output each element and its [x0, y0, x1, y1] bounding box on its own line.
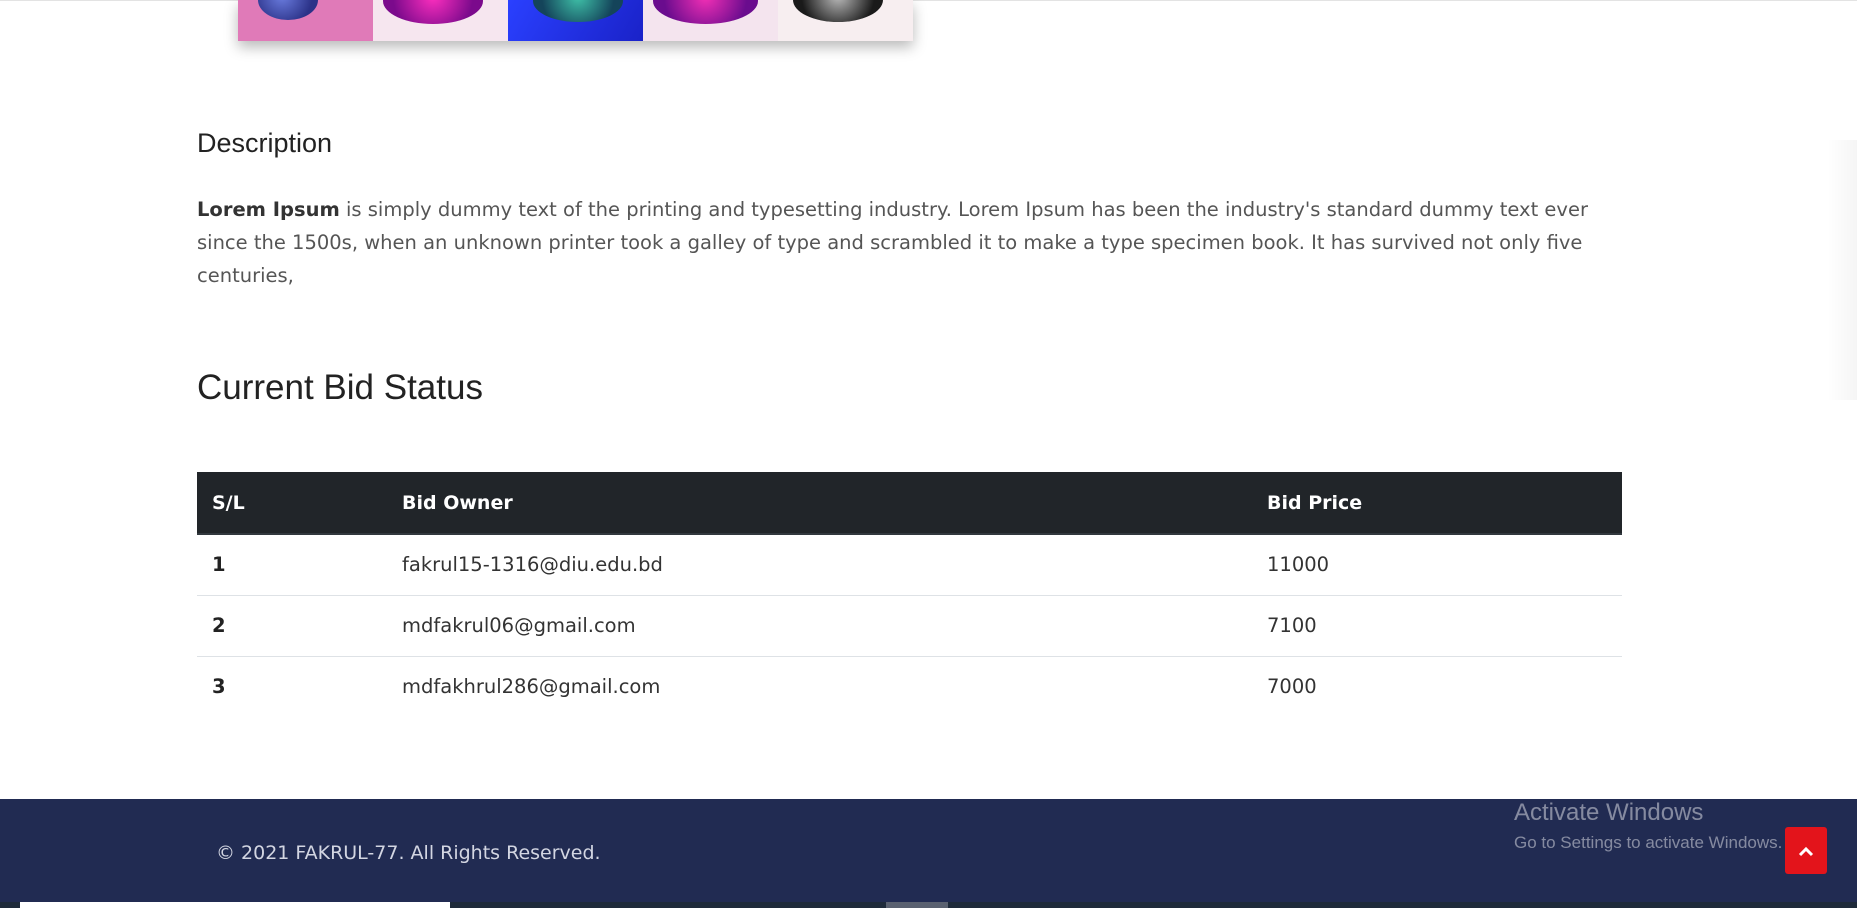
bid-status-heading: Current Bid Status — [197, 368, 483, 407]
chevron-up-icon — [1798, 845, 1814, 857]
cell-bid-price: 11000 — [1252, 534, 1622, 596]
image-thumbnail-strip — [238, 0, 913, 41]
cell-bid-owner: fakrul15-1316@diu.edu.bd — [387, 534, 1252, 596]
table-header-row: S/L Bid Owner Bid Price — [197, 472, 1622, 535]
cell-bid-owner: mdfakrul06@gmail.com — [387, 595, 1252, 657]
footer-copyright: © 2021 FAKRUL-77. All Rights Reserved. — [216, 842, 601, 864]
cell-sl: 1 — [197, 534, 387, 596]
description-text: Lorem Ipsum is simply dummy text of the … — [197, 193, 1607, 292]
thumbnail-headphones-black[interactable] — [778, 0, 913, 41]
table-row: 2 mdfakrul06@gmail.com 7100 — [197, 595, 1622, 657]
edge-shadow — [1827, 140, 1857, 400]
column-header-bid-owner: Bid Owner — [387, 472, 1252, 535]
scroll-to-top-button[interactable] — [1785, 827, 1827, 874]
cell-sl: 3 — [212, 675, 226, 699]
thumbnail-headphones-teal[interactable] — [508, 0, 643, 41]
column-header-sl: S/L — [197, 472, 387, 535]
cell-bid-price: 7000 — [1267, 675, 1317, 699]
cell-bid-price: 7100 — [1252, 595, 1622, 657]
description-lead: Lorem Ipsum — [197, 198, 340, 221]
description-heading: Description — [197, 128, 333, 158]
watermark-title: Activate Windows — [1514, 799, 1704, 826]
description-body: is simply dummy text of the printing and… — [197, 198, 1588, 287]
taskbar-strip — [0, 902, 1857, 908]
thumbnail-headphones-magenta[interactable] — [373, 0, 508, 41]
taskbar-search-box[interactable] — [20, 902, 450, 908]
watermark-subtitle: Go to Settings to activate Windows. — [1514, 833, 1783, 852]
taskbar-active-item[interactable] — [886, 902, 948, 908]
windows-activation-watermark: Activate Windows Go to Settings to activ… — [1514, 799, 1782, 853]
table-row: 1 fakrul15-1316@diu.edu.bd 11000 — [197, 534, 1622, 596]
cell-bid-owner: mdfakhrul286@gmail.com — [402, 675, 661, 699]
table-row: 3 mdfakhrul286@gmail.com 7000 — [197, 656, 1622, 717]
thumbnail-headphones-pink[interactable] — [238, 0, 373, 41]
bid-table: S/L Bid Owner Bid Price 1 fakrul15-1316@… — [197, 472, 1622, 717]
cell-sl: 2 — [197, 595, 387, 657]
thumbnail-headphones-purple[interactable] — [643, 0, 778, 41]
column-header-bid-price: Bid Price — [1252, 472, 1622, 535]
